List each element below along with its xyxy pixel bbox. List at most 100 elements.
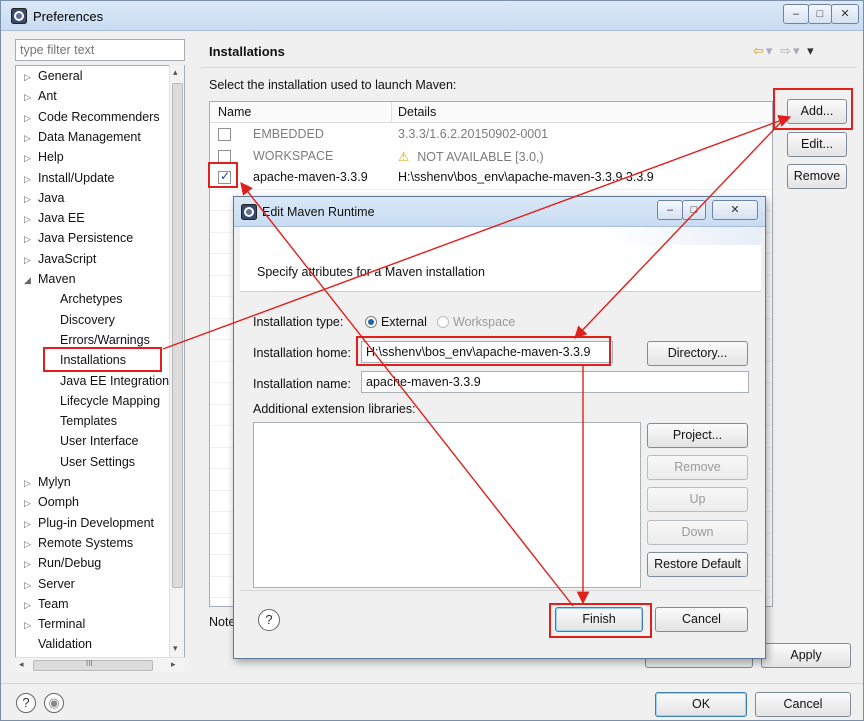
expand-twisty-icon[interactable]: ▷ [24,108,38,128]
up-button[interactable]: Up [647,487,748,512]
tree-item[interactable]: ▷ Plug-in Development [24,513,154,533]
expand-twisty-icon[interactable]: ▷ [24,148,38,168]
expand-twisty-icon[interactable]: ▷ [24,575,38,595]
dialog-remove-button[interactable]: Remove [647,455,748,480]
tree-item[interactable]: ▷ General [24,66,82,86]
tree-vertical-scrollbar[interactable]: ▴ ▾ [169,65,184,659]
expand-twisty-icon[interactable]: ▷ [24,615,38,635]
column-details-header[interactable]: Details [398,105,436,119]
tree-item[interactable]: Archetypes [60,289,123,309]
dialog-maximize-button[interactable]: □ [682,200,706,220]
remove-button[interactable]: Remove [787,164,847,189]
directory-button[interactable]: Directory... [647,341,748,366]
tree-item[interactable]: ▷ Team [24,594,69,614]
restore-default-button[interactable]: Restore Default [647,552,748,577]
tree-item[interactable]: ▷ JavaScript [24,249,96,269]
view-menu-icon[interactable]: ▾ [807,43,816,58]
instruction-text: Select the installation used to launch M… [209,78,457,92]
extension-libraries-list[interactable] [253,422,641,588]
table-row[interactable]: WORKSPACE ⚠ NOT AVAILABLE [3.0,) [210,146,772,167]
installation-checkbox[interactable] [218,128,231,141]
installation-name-field[interactable]: apache-maven-3.3.9 [361,371,749,393]
expand-twisty-icon[interactable]: ◢ [24,270,38,290]
tree-item[interactable]: ▷ Install/Update [24,168,114,188]
dialog-help-icon[interactable]: ? [258,609,280,631]
tree-item[interactable]: ▷ Help [24,147,64,167]
column-name-header[interactable]: Name [218,105,251,119]
down-button[interactable]: Down [647,520,748,545]
tree-item[interactable]: ▷ Remote Systems [24,533,133,553]
dialog-cancel-button[interactable]: Cancel [655,607,748,632]
apply-button[interactable]: Apply [761,643,851,668]
expand-twisty-icon[interactable]: ▷ [24,67,38,87]
expand-twisty-icon[interactable]: ▷ [24,473,38,493]
tree-item[interactable]: ▷ Data Management [24,127,141,147]
tree-item[interactable]: ▷ Java Persistence [24,228,133,248]
workspace-radio[interactable] [437,316,449,328]
filter-input[interactable] [15,39,185,61]
cancel-button[interactable]: Cancel [755,692,851,717]
tree-item[interactable]: ▷ Ant [24,86,57,106]
tree-item[interactable]: ▷ Java [24,188,64,208]
workspace-radio-label[interactable]: Workspace [453,315,515,329]
table-row[interactable]: EMBEDDED 3.3.3/1.6.2.20150902-0001 [210,124,772,145]
close-button[interactable]: ✕ [831,4,859,24]
external-radio[interactable] [365,316,377,328]
expand-twisty-icon[interactable]: ▷ [24,169,38,189]
expand-twisty-icon[interactable]: ▷ [24,128,38,148]
scroll-right-icon[interactable]: ▸ [171,659,176,670]
tree-item[interactable]: ▷ Server [24,574,75,594]
expand-twisty-icon[interactable]: ▷ [24,595,38,615]
maximize-button[interactable]: □ [808,4,832,24]
expand-twisty-icon[interactable]: ▷ [24,250,38,270]
forward-menu-icon[interactable]: ▾ [793,43,802,58]
tree-item-label: User Interface [60,434,139,449]
tree-item[interactable]: ◢ Maven [24,269,76,289]
tree-item[interactable]: ▷ Code Recommenders [24,107,160,127]
tree-item-label: Java EE [38,211,85,226]
tree-item[interactable]: ▷ Mylyn [24,472,71,492]
tree-item[interactable]: User Interface [60,431,139,451]
tree-item[interactable]: Java EE Integration [60,371,169,391]
tree-item[interactable]: Lifecycle Mapping [60,391,160,411]
expand-twisty-icon[interactable]: ▷ [24,209,38,229]
forward-arrow-icon[interactable]: ⇨ [780,43,793,58]
external-radio-label[interactable]: External [381,315,427,329]
back-arrow-icon[interactable]: ⇦ [753,43,766,58]
edit-button[interactable]: Edit... [787,132,847,157]
table-header: Name Details [210,102,772,123]
dialog-close-button[interactable]: ✕ [712,200,758,220]
tips-icon[interactable]: ◉ [44,693,64,713]
window-titlebar[interactable]: Preferences – □ ✕ [1,1,863,31]
tree-hscroll-thumb[interactable]: III [33,659,153,671]
tree-item[interactable]: ▷ Oomph [24,492,79,512]
table-row[interactable]: apache-maven-3.3.9 H:\sshenv\bos_env\apac… [210,167,772,188]
tree-item[interactable]: User Settings [60,452,135,472]
scroll-up-icon[interactable]: ▴ [173,67,178,78]
minimize-button[interactable]: – [783,4,809,24]
dialog-titlebar[interactable]: Edit Maven Runtime – □ ✕ [234,197,765,227]
expand-twisty-icon[interactable]: ▷ [24,189,38,209]
help-icon[interactable]: ? [16,693,36,713]
tree-item[interactable]: Validation [24,634,92,654]
expand-twisty-icon[interactable]: ▷ [24,229,38,249]
expand-twisty-icon[interactable]: ▷ [24,514,38,534]
tree-item[interactable]: Discovery [60,310,115,330]
back-menu-icon[interactable]: ▾ [766,43,775,58]
scroll-left-icon[interactable]: ◂ [19,659,24,670]
installation-checkbox[interactable] [218,149,231,163]
tree-item[interactable]: ▷ Terminal [24,614,85,634]
dialog-minimize-button[interactable]: – [657,200,683,220]
tree-item[interactable]: ▷ Java EE [24,208,85,228]
expand-twisty-icon[interactable]: ▷ [24,87,38,107]
tree-item[interactable]: ▷ Run/Debug [24,553,101,573]
tree-horizontal-scrollbar[interactable]: ◂ III ▸ [15,657,185,672]
expand-twisty-icon[interactable]: ▷ [24,534,38,554]
expand-twisty-icon[interactable]: ▷ [24,554,38,574]
tree-vscroll-thumb[interactable] [172,83,183,588]
project-button[interactable]: Project... [647,423,748,448]
scroll-down-icon[interactable]: ▾ [173,643,178,654]
expand-twisty-icon[interactable]: ▷ [24,493,38,513]
ok-button[interactable]: OK [655,692,747,717]
tree-item[interactable]: Templates [60,411,117,431]
